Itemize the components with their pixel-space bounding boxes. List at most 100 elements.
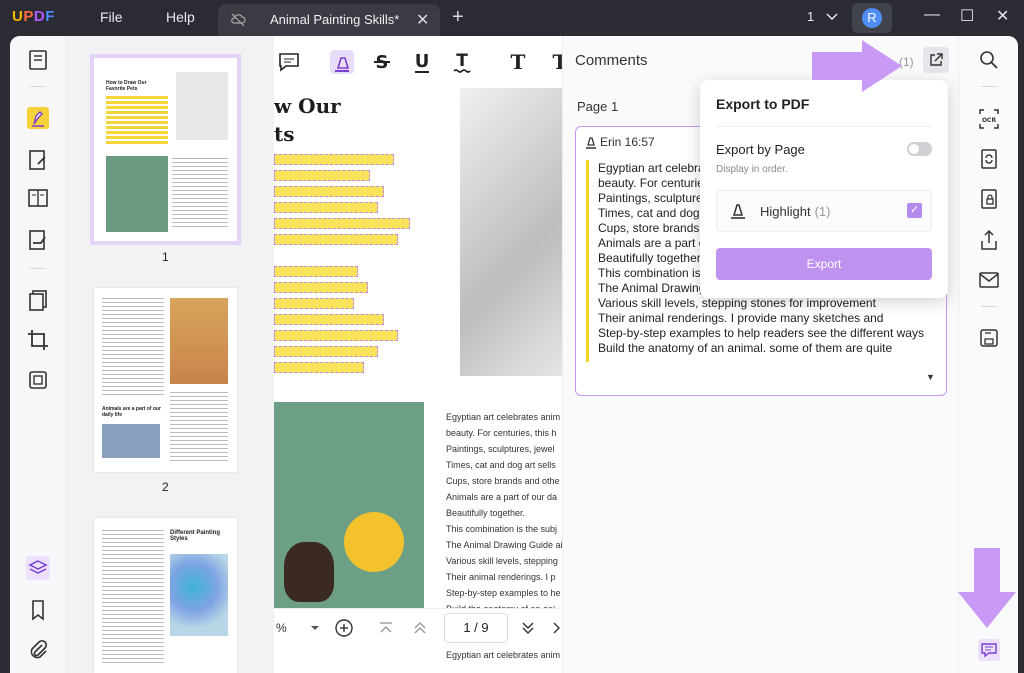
thumbnail-text-block [170, 392, 228, 462]
new-tab-button[interactable]: + [452, 6, 464, 29]
comment-text-line: Build the anatomy of an animal. some of … [598, 341, 893, 355]
highlighted-text[interactable] [274, 314, 384, 325]
comment-text-line: beauty. For centuries [598, 176, 710, 190]
comment-tool-icon[interactable] [26, 106, 50, 130]
body-text-line: Cups, store brands and othe [446, 476, 560, 486]
body-text-line: Paintings, sculptures, jewel [446, 444, 555, 454]
text-field-icon[interactable]: T [548, 50, 562, 74]
highlight-checkbox[interactable]: ✓ [907, 203, 922, 218]
body-text-line: Various skill levels, stepping [446, 556, 558, 566]
highlighted-text[interactable] [274, 186, 384, 197]
share-icon[interactable] [978, 229, 1000, 251]
highlighted-text[interactable] [274, 282, 368, 293]
document-view: S U T T T w Our ts Egyptian art celebrat… [274, 36, 562, 673]
protect-icon[interactable] [978, 188, 1000, 210]
highlighted-text[interactable] [274, 170, 370, 181]
sign-icon[interactable] [26, 228, 50, 252]
convert-icon[interactable] [978, 148, 1000, 170]
window-count[interactable]: 1 [807, 9, 838, 24]
body-text-line: Animals are a part of our da [446, 492, 558, 502]
text-box-icon[interactable]: T [506, 50, 530, 74]
first-page-icon[interactable] [378, 621, 394, 635]
close-tab-icon[interactable]: ✕ [416, 10, 429, 30]
menu-file[interactable]: File [100, 9, 123, 25]
zoom-dropdown-icon[interactable] [310, 623, 320, 633]
page-number-input[interactable]: 1 / 9 [444, 613, 508, 643]
highlighted-text[interactable] [274, 346, 378, 357]
export-button[interactable]: Export [716, 248, 932, 280]
comment-note-icon[interactable] [277, 50, 301, 74]
ocr-icon[interactable]: OCR [978, 108, 1000, 130]
previous-page-icon[interactable] [412, 621, 428, 635]
display-in-order-hint: Display in order. [716, 164, 788, 175]
expand-comment-icon[interactable]: ▼ [926, 372, 935, 382]
highlight-filter-row[interactable]: Highlight (1) ✓ [716, 190, 932, 232]
comment-text-line: Their animal renderings. I provide many … [598, 311, 884, 325]
zoom-level[interactable]: % [276, 621, 287, 635]
flower-image [344, 512, 404, 572]
minimize-button[interactable]: — [924, 6, 940, 24]
comment-list-icon[interactable] [978, 639, 1000, 661]
updf-logo[interactable]: UPDF [12, 8, 55, 25]
zoom-in-icon[interactable] [334, 618, 354, 638]
painting-table-image [102, 424, 160, 458]
next-page-icon[interactable] [520, 621, 536, 635]
comments-page-label: Page 1 [577, 99, 619, 114]
last-page-icon[interactable] [552, 621, 562, 635]
strikethrough-icon[interactable]: S [370, 50, 394, 74]
compress-icon[interactable] [26, 368, 50, 392]
attachment-icon[interactable] [26, 638, 50, 662]
avatar[interactable]: R [852, 3, 892, 33]
close-window-button[interactable]: ✕ [996, 6, 1009, 26]
heading-line: ts [274, 122, 295, 146]
highlighted-text[interactable] [274, 218, 410, 229]
page-navigation-bar: % 1 / 9 [274, 608, 562, 650]
quote-bar [586, 160, 589, 362]
export-comments-button[interactable] [923, 47, 949, 73]
comment-text-line: Times, cat and dog a [598, 206, 710, 220]
left-toolbar [10, 36, 66, 673]
menu-help[interactable]: Help [166, 9, 195, 25]
paintbrush-image [170, 298, 228, 384]
highlight-tool-icon[interactable] [330, 50, 354, 74]
highlighted-text[interactable] [274, 154, 394, 165]
form-icon[interactable] [26, 186, 50, 210]
page-heading: w Our ts [274, 92, 341, 148]
export-by-page-label: Export by Page [716, 142, 805, 157]
thumbnail-text-block [102, 530, 164, 666]
svg-text:OCR: OCR [982, 117, 997, 124]
thumbnail-heading: Animals are a part of our daily life [102, 406, 161, 418]
highlighted-text[interactable] [274, 266, 358, 277]
search-icon[interactable] [978, 49, 1000, 71]
body-text-line: Beautifully together. [446, 508, 526, 518]
separator [981, 306, 997, 307]
highlighted-text[interactable] [274, 234, 398, 245]
crop-icon[interactable] [26, 328, 50, 352]
page-thumbnail-2[interactable]: Animals are a part of our daily life [94, 288, 237, 472]
svg-text:T: T [456, 51, 468, 71]
page-thumbnail-1[interactable]: How to Draw Our Favorite Pets [90, 54, 241, 245]
arrow-pointer-icon [812, 40, 902, 92]
body-text-line: Egyptian art celebrates anim [446, 412, 561, 422]
highlighted-text[interactable] [274, 330, 398, 341]
document-tab[interactable]: Animal Painting Skills* ✕ [218, 4, 440, 36]
organize-pages-icon[interactable] [26, 288, 50, 312]
highlighted-text[interactable] [274, 298, 354, 309]
export-by-page-toggle[interactable] [907, 142, 932, 156]
highlighted-text[interactable] [274, 362, 364, 373]
body-text-line: The Animal Drawing Guide ai [446, 540, 562, 550]
body-text-line: Egyptian art celebrates anim [446, 650, 561, 660]
reader-icon[interactable] [26, 48, 50, 72]
squiggly-icon[interactable]: T [450, 50, 474, 74]
highlighted-text[interactable] [274, 202, 378, 213]
email-icon[interactable] [978, 269, 1000, 291]
save-icon[interactable] [978, 327, 1000, 349]
pdf-page: w Our ts Egyptian art celebrates anim be… [274, 82, 562, 673]
underline-icon[interactable]: U [410, 50, 434, 74]
edit-pdf-icon[interactable] [26, 148, 50, 172]
bookmark-icon[interactable] [26, 598, 50, 622]
page-thumbnail-3[interactable]: Different Painting Styles [94, 518, 237, 673]
maximize-button[interactable]: ☐ [960, 6, 974, 26]
layers-icon[interactable] [26, 556, 50, 580]
thumbnail-heading: Different Painting Styles [170, 530, 221, 542]
